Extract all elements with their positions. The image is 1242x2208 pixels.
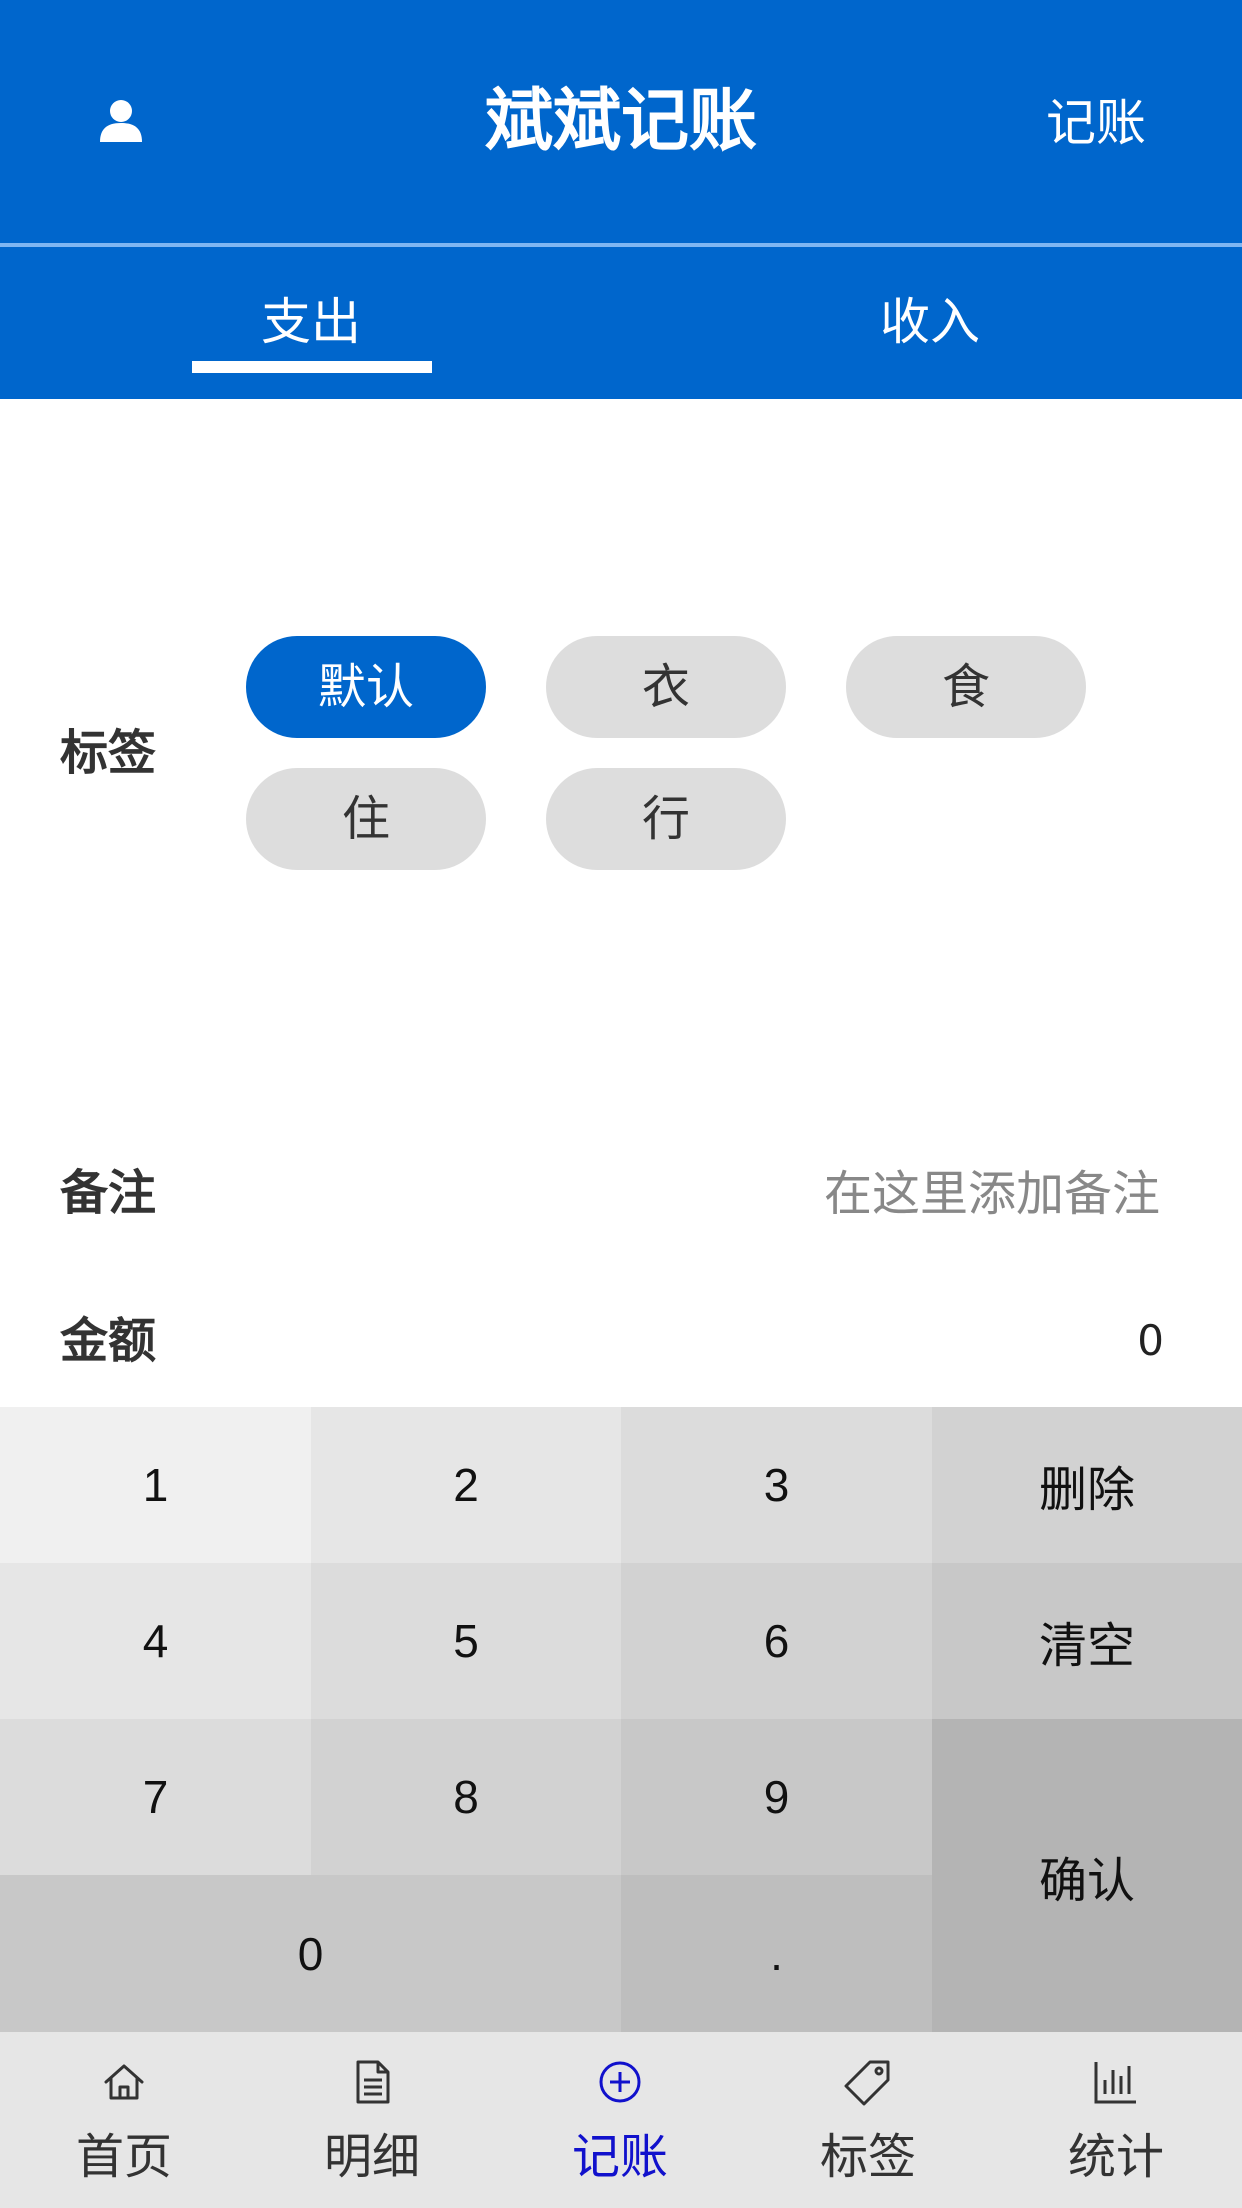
delete-key[interactable]: 删除 — [932, 1407, 1242, 1563]
record-link[interactable]: 记账 — [1046, 88, 1146, 158]
amount-label: 金额 — [60, 1313, 157, 1369]
nav-details-label: 明细 — [323, 2129, 420, 2185]
key-9[interactable]: 9 — [621, 1719, 932, 1875]
key-0[interactable]: 0 — [0, 1875, 621, 2032]
key-4[interactable]: 4 — [0, 1563, 311, 1719]
amount-value: 0 — [1137, 1316, 1164, 1365]
nav-record-label: 记账 — [571, 2129, 668, 2185]
confirm-key[interactable]: 确认 — [932, 1719, 1242, 2032]
key-3[interactable]: 3 — [621, 1407, 932, 1563]
note-input[interactable] — [558, 1155, 1162, 1233]
app-header: 斌斌记账 记账 — [0, 0, 1242, 244]
key-7[interactable]: 7 — [0, 1719, 311, 1875]
note-label: 备注 — [60, 1165, 157, 1221]
nav-details[interactable]: 明细 — [248, 2032, 496, 2208]
nav-stats-label: 统计 — [1067, 2129, 1164, 2185]
tag-food[interactable]: 食 — [846, 636, 1086, 738]
nav-home-label: 首页 — [75, 2129, 172, 2185]
type-tabbar: 支出 收入 — [0, 247, 1242, 399]
document-icon — [356, 2060, 390, 2104]
tags-label: 标签 — [60, 725, 157, 781]
tab-expense[interactable]: 支出 — [161, 287, 461, 357]
key-8[interactable]: 8 — [311, 1719, 621, 1875]
nav-home[interactable]: 首页 — [0, 2032, 248, 2208]
home-icon — [104, 2064, 144, 2100]
tag-icon — [844, 2060, 890, 2106]
bottom-nav: 首页 明细 记账 标签 统计 — [0, 2032, 1242, 2208]
key-dot[interactable]: . — [621, 1875, 932, 2032]
nav-record[interactable]: 记账 — [496, 2032, 744, 2208]
number-keypad: 1 2 3 删除 4 5 6 清空 7 8 9 确认 0 . — [0, 1407, 1242, 2032]
nav-tags-label: 标签 — [819, 2129, 916, 2185]
nav-tags[interactable]: 标签 — [744, 2032, 992, 2208]
tab-income[interactable]: 收入 — [780, 287, 1080, 357]
key-6[interactable]: 6 — [621, 1563, 932, 1719]
clear-key[interactable]: 清空 — [932, 1563, 1242, 1719]
nav-stats[interactable]: 统计 — [992, 2032, 1240, 2208]
active-tab-indicator — [192, 361, 432, 373]
tag-housing[interactable]: 住 — [246, 768, 486, 870]
chart-icon — [1094, 2062, 1136, 2104]
tag-default[interactable]: 默认 — [246, 636, 486, 738]
tag-travel[interactable]: 行 — [546, 768, 786, 870]
key-2[interactable]: 2 — [311, 1407, 621, 1563]
plus-circle-icon — [599, 2061, 641, 2103]
key-5[interactable]: 5 — [311, 1563, 621, 1719]
key-1[interactable]: 1 — [0, 1407, 311, 1563]
tag-clothing[interactable]: 衣 — [546, 636, 786, 738]
